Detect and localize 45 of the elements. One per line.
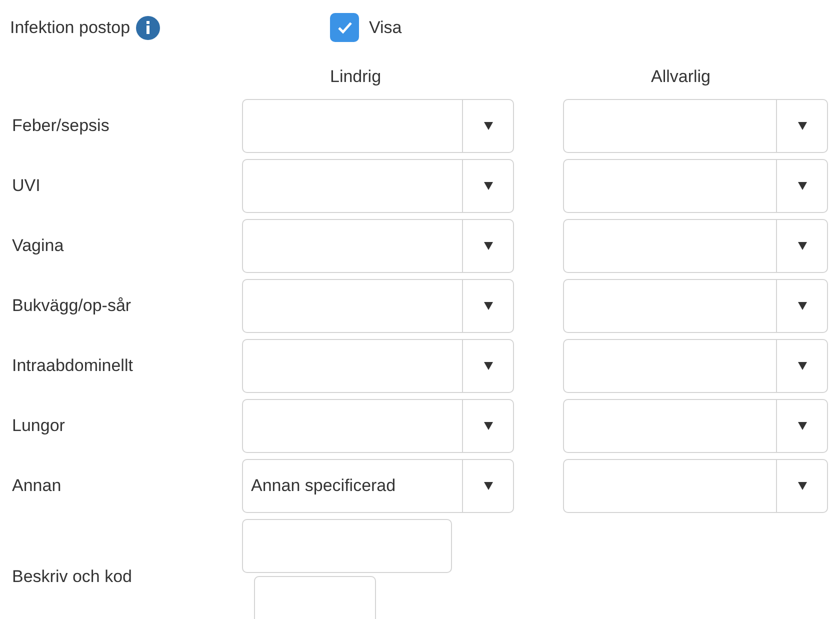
caret-icon — [798, 362, 806, 370]
dropdown[interactable] — [563, 279, 828, 333]
check-icon — [336, 21, 352, 34]
dropdown[interactable] — [242, 99, 514, 153]
row-label: Vagina — [11, 235, 65, 258]
caret-icon — [484, 302, 492, 310]
checkbox-label: Visa — [369, 16, 402, 39]
caret-icon — [798, 122, 806, 130]
dropdown[interactable] — [242, 159, 514, 213]
dropdown[interactable] — [242, 339, 514, 393]
input-field[interactable] — [242, 519, 452, 573]
dropdown[interactable] — [563, 399, 828, 453]
caret-icon — [484, 182, 492, 190]
field-label: Beskriv och kod — [11, 566, 133, 588]
caret-icon — [484, 482, 492, 490]
dropdown[interactable] — [563, 159, 828, 213]
caret-icon — [484, 122, 492, 130]
dropdown[interactable] — [242, 219, 514, 273]
caret-icon — [798, 182, 806, 190]
dropdown[interactable]: Annan specificerad — [242, 459, 514, 513]
caret-icon — [798, 302, 806, 310]
dropdown[interactable] — [242, 279, 514, 333]
checkbox[interactable] — [330, 13, 359, 42]
input-field[interactable] — [254, 576, 376, 619]
dropdown[interactable] — [563, 339, 828, 393]
row-label: Annan — [11, 475, 62, 498]
section-title: Infektion postop — [10, 16, 130, 39]
dropdown[interactable] — [563, 99, 828, 153]
row-label: UVI — [11, 175, 42, 198]
row-label: Lungor — [11, 415, 66, 438]
column-header: Allvarlig — [651, 66, 711, 88]
dropdown[interactable] — [563, 219, 828, 273]
row-label: Feber/sepsis — [11, 115, 110, 138]
dropdown[interactable] — [242, 399, 514, 453]
dropdown[interactable] — [563, 459, 828, 513]
caret-icon — [798, 422, 806, 430]
caret-icon — [798, 242, 806, 250]
caret-icon — [798, 482, 806, 490]
info-icon[interactable] — [136, 16, 160, 40]
column-header: Lindrig — [330, 66, 382, 88]
caret-icon — [484, 242, 492, 250]
row-label: Intraabdominellt — [11, 355, 134, 378]
caret-icon — [484, 422, 492, 430]
caret-icon — [484, 362, 492, 370]
row-label: Bukvägg/op-sår — [11, 295, 132, 318]
